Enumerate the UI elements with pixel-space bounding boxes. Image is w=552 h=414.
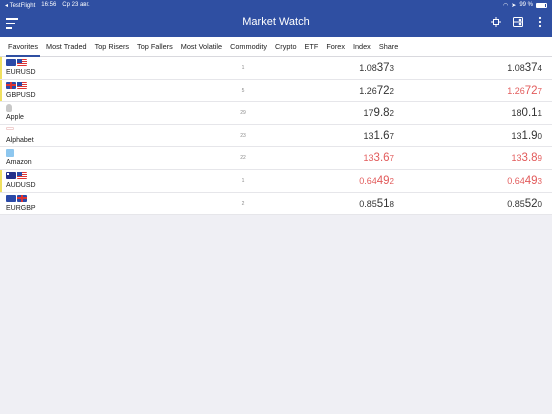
instrument-row-alphabet[interactable]: Alphabet 23 131.67 131.90 [0,124,552,148]
tab-top-fallers[interactable]: Top Fallers [133,37,177,57]
status-bar: ◂ TestFlight 16:56 Ср 23 авг. ◠ ➤ 99 % [0,0,552,10]
tab-crypto[interactable]: Crypto [271,37,301,57]
instrument-row-eurgbp[interactable]: EURGBP 2 0.85518 0.85520 [0,192,552,216]
bid-price[interactable]: 133.67 [364,152,394,164]
tab-most-volatile[interactable]: Most Volatile [177,37,226,57]
nav-bar: Market Watch [0,10,552,37]
instrument-name: EURGBP [6,204,36,212]
app-root: ◂ TestFlight 16:56 Ср 23 авг. ◠ ➤ 99 % M… [0,0,552,414]
gb-us-flags-icon [6,81,27,90]
instrument-row-eurusd[interactable]: EURUSD 1 1.08373 1.08374 [0,57,552,80]
au-us-flags-icon [6,171,27,180]
status-date: Ср 23 авг. [62,2,90,8]
instrument-row-apple[interactable]: Apple 29 179.82 180.11 [0,102,552,125]
tab-etf[interactable]: ETF [301,37,323,57]
eu-us-flags-icon [6,59,27,67]
instrument-row-audusd[interactable]: AUDUSD 1 0.64492 0.64493 [0,169,552,193]
favorite-marker [0,169,2,192]
bid-price[interactable]: 0.85518 [359,198,394,210]
move-icon[interactable] [490,16,502,28]
battery-icon [536,2,547,8]
instrument-count: 5 [241,87,245,94]
bid-price[interactable]: 0.64492 [359,175,394,187]
ask-price[interactable]: 1.26727 [507,85,542,97]
instrument-count: 1 [241,65,245,71]
layout-icon[interactable] [512,16,524,28]
ask-price[interactable]: 1.08374 [507,62,542,74]
ask-price[interactable]: 133.89 [512,152,542,164]
tab-most-traded[interactable]: Most Traded [42,37,91,57]
tab-commodity[interactable]: Commodity [226,37,271,57]
ask-price[interactable]: 131.90 [512,130,542,142]
amazon-logo-icon [6,149,14,158]
ask-price[interactable]: 0.85520 [507,198,542,210]
bid-price[interactable]: 1.26722 [359,85,394,97]
status-time: 16:56 [41,2,57,8]
alphabet-logo-icon [6,126,14,135]
instrument-count: 22 [240,155,246,162]
bid-price[interactable]: 179.82 [364,107,394,119]
location-icon: ➤ [511,2,517,9]
page-title: Market Watch [242,16,310,28]
back-app-label: TestFlight [9,2,36,9]
tab-forex[interactable]: Forex [322,37,349,57]
bid-price[interactable]: 1.08373 [359,62,394,74]
tab-share[interactable]: Share [375,37,402,57]
tab-top-risers[interactable]: Top Risers [91,37,133,57]
instrument-name: GBPUSD [6,91,36,99]
instrument-name: AUDUSD [6,181,36,189]
bid-price[interactable]: 131.67 [364,130,394,142]
apple-logo-icon [6,104,12,113]
instrument-name: Apple [6,114,24,122]
wifi-icon: ◠ [503,2,509,9]
instrument-count: 23 [240,132,246,139]
ask-price[interactable]: 180.11 [512,107,542,119]
instrument-name: Amazon [6,159,32,167]
back-to-app-link[interactable]: ◂ TestFlight [5,2,35,9]
instrument-count: 2 [241,200,245,207]
instrument-count: 29 [240,110,246,117]
eu-gb-flags-icon [6,194,27,203]
favorite-marker [0,57,2,79]
ask-price[interactable]: 0.64493 [507,175,542,187]
tab-favorites[interactable]: Favorites [4,37,42,57]
instrument-list: EURUSD 1 1.08373 1.08374 GBPUSD 5 1.2672… [0,57,552,216]
more-vertical-icon[interactable] [534,16,546,28]
battery-percent: 99 % [519,2,533,8]
instrument-row-amazon[interactable]: Amazon 22 133.67 133.89 [0,147,552,170]
instrument-name: EURUSD [6,69,36,76]
category-tabs: Favorites Most Traded Top Risers Top Fal… [0,37,552,57]
instrument-count: 1 [241,177,245,184]
instrument-row-gbpusd[interactable]: GBPUSD 5 1.26722 1.26727 [0,79,552,103]
favorite-marker [0,79,2,102]
instrument-name: Alphabet [6,136,34,144]
tab-index[interactable]: Index [349,37,375,57]
